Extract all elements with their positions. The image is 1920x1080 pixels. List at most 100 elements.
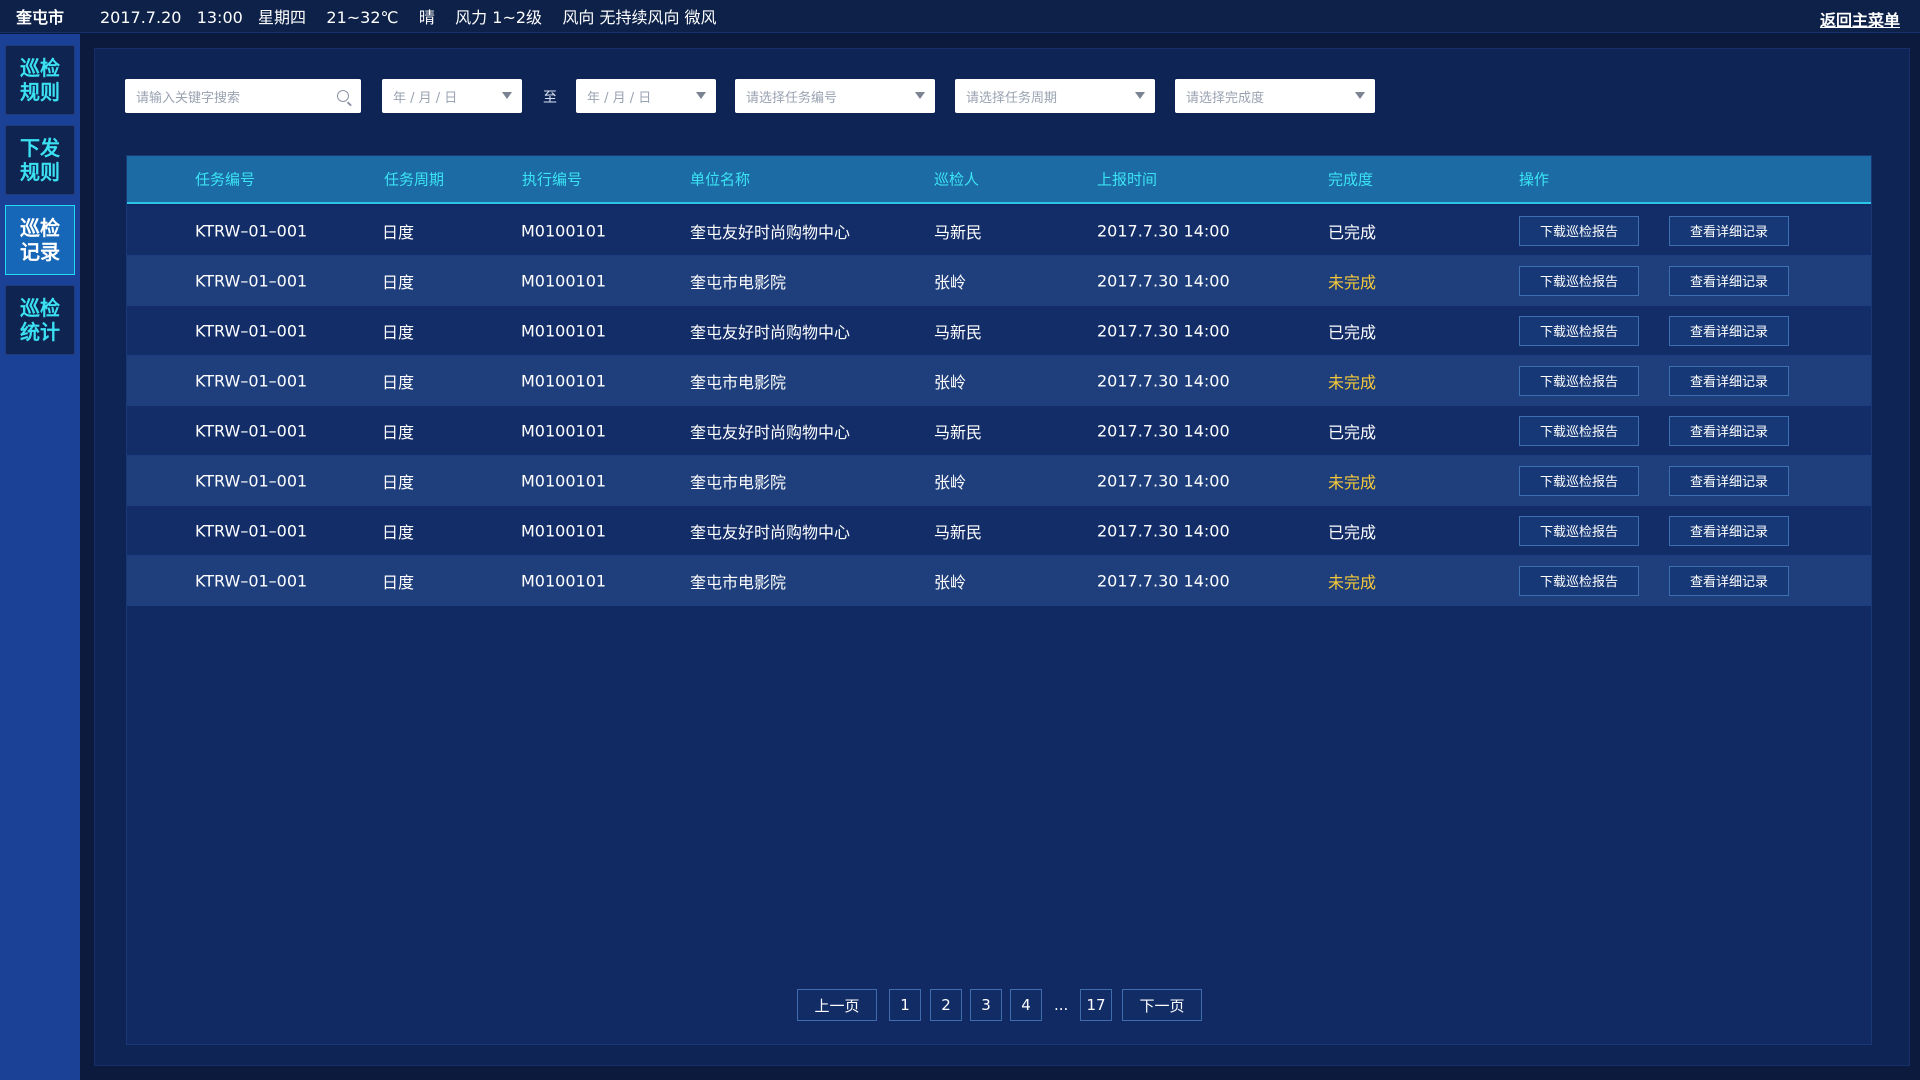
download-report-button[interactable]: 下载巡检报告 — [1519, 365, 1639, 396]
sidebar-item-label: 巡检统计 — [20, 296, 60, 344]
task-cycle-select[interactable]: 请选择任务周期 — [955, 79, 1155, 113]
cell-task-number: KTRW–01–001 — [195, 221, 308, 240]
sidebar-item-inspection-records[interactable]: 巡检记录 — [5, 205, 75, 275]
prev-page-button[interactable]: 上一页 — [797, 989, 877, 1021]
keyword-search-input[interactable]: 请输入关键字搜索 — [125, 79, 361, 113]
pagination-ellipsis: ... — [1054, 996, 1069, 1014]
cell-exec-number: M0100101 — [521, 421, 607, 440]
cell-exec-number: M0100101 — [521, 271, 607, 290]
chevron-down-icon — [1355, 92, 1365, 99]
cell-exec-number: M0100101 — [521, 471, 607, 490]
date-to-picker[interactable]: 年 / 月 / 日 — [576, 79, 716, 113]
cell-task-cycle: 日度 — [382, 222, 415, 242]
cell-unit-name: 奎屯市电影院 — [690, 472, 787, 492]
download-report-button[interactable]: 下载巡检报告 — [1519, 465, 1639, 496]
back-to-main-menu-link[interactable]: 返回主菜单 — [1820, 7, 1900, 31]
city-name: 奎屯市 — [16, 8, 65, 27]
page-4-button[interactable]: 4 — [1010, 989, 1042, 1021]
column-header: 巡检人 — [934, 170, 980, 189]
column-header: 单位名称 — [690, 170, 751, 189]
view-details-button[interactable]: 查看详细记录 — [1669, 515, 1789, 546]
date-from-picker[interactable]: 年 / 月 / 日 — [382, 79, 522, 113]
cell-task-cycle: 日度 — [382, 422, 415, 442]
next-page-button[interactable]: 下一页 — [1122, 989, 1202, 1021]
records-table: 任务编号 任务周期 执行编号 单位名称 巡检人 上报时间 完成度 操作 KTRW… — [126, 155, 1872, 1045]
cell-report-time: 2017.7.30 14:00 — [1097, 421, 1230, 440]
view-details-button[interactable]: 查看详细记录 — [1669, 465, 1789, 496]
cell-report-time: 2017.7.30 14:00 — [1097, 571, 1230, 590]
cell-task-number: KTRW–01–001 — [195, 371, 308, 390]
cell-completion: 已完成 — [1328, 322, 1377, 342]
table-row: KTRW–01–001 日度 M0100101 奎屯市电影院 张岭 2017.7.30 1… — [127, 356, 1871, 406]
completion-select[interactable]: 请选择完成度 — [1175, 79, 1375, 113]
cell-report-time: 2017.7.30 14:00 — [1097, 471, 1230, 490]
cell-task-cycle: 日度 — [382, 272, 415, 292]
cell-task-number: KTRW–01–001 — [195, 321, 308, 340]
sidebar-item-label: 巡检记录 — [20, 216, 60, 264]
table-row: KTRW–01–001 日度 M0100101 奎屯友好时尚购物中心 马新民 2017.7… — [127, 506, 1871, 556]
cell-completion: 已完成 — [1328, 522, 1377, 542]
task-number-select[interactable]: 请选择任务编号 — [735, 79, 935, 113]
page-last-button[interactable]: 17 — [1080, 989, 1112, 1021]
cell-inspector: 张岭 — [934, 272, 967, 292]
task-number-placeholder: 请选择任务编号 — [746, 90, 838, 106]
cell-unit-name: 奎屯友好时尚购物中心 — [690, 322, 851, 342]
table-row: KTRW–01–001 日度 M0100101 奎屯友好时尚购物中心 马新民 2017.7… — [127, 306, 1871, 356]
page-3-button[interactable]: 3 — [970, 989, 1002, 1021]
cell-exec-number: M0100101 — [521, 221, 607, 240]
cell-inspector: 马新民 — [934, 422, 983, 442]
sidebar-item-issue-rules[interactable]: 下发规则 — [5, 125, 75, 195]
date-range-separator: 至 — [543, 90, 557, 106]
column-header: 任务编号 — [195, 170, 256, 189]
cell-report-time: 2017.7.30 14:00 — [1097, 521, 1230, 540]
cell-unit-name: 奎屯市电影院 — [690, 572, 787, 592]
cell-inspector: 张岭 — [934, 372, 967, 392]
cell-completion: 未完成 — [1328, 572, 1377, 592]
cell-exec-number: M0100101 — [521, 371, 607, 390]
cell-task-cycle: 日度 — [382, 472, 415, 492]
view-details-button[interactable]: 查看详细记录 — [1669, 265, 1789, 296]
column-header: 操作 — [1519, 170, 1550, 189]
view-details-button[interactable]: 查看详细记录 — [1669, 215, 1789, 246]
search-placeholder: 请输入关键字搜索 — [136, 90, 241, 106]
cell-inspector: 马新民 — [934, 322, 983, 342]
cell-task-number: KTRW–01–001 — [195, 571, 308, 590]
cell-exec-number: M0100101 — [521, 321, 607, 340]
sidebar-item-label: 下发规则 — [20, 136, 60, 184]
cell-inspector: 马新民 — [934, 522, 983, 542]
cell-unit-name: 奎屯友好时尚购物中心 — [690, 222, 851, 242]
download-report-button[interactable]: 下载巡检报告 — [1519, 415, 1639, 446]
cell-report-time: 2017.7.30 14:00 — [1097, 371, 1230, 390]
table-row: KTRW–01–001 日度 M0100101 奎屯友好时尚购物中心 马新民 2017.7… — [127, 206, 1871, 256]
download-report-button[interactable]: 下载巡检报告 — [1519, 565, 1639, 596]
cell-task-number: KTRW–01–001 — [195, 421, 308, 440]
cell-inspector: 张岭 — [934, 572, 967, 592]
download-report-button[interactable]: 下载巡检报告 — [1519, 515, 1639, 546]
page-2-button[interactable]: 2 — [930, 989, 962, 1021]
column-header: 上报时间 — [1097, 170, 1158, 189]
download-report-button[interactable]: 下载巡检报告 — [1519, 215, 1639, 246]
cell-completion: 未完成 — [1328, 272, 1377, 292]
cell-task-cycle: 日度 — [382, 322, 415, 342]
sidebar-item-inspection-rules[interactable]: 巡检规则 — [5, 45, 75, 115]
cell-unit-name: 奎屯友好时尚购物中心 — [690, 522, 851, 542]
view-details-button[interactable]: 查看详细记录 — [1669, 315, 1789, 346]
cell-task-cycle: 日度 — [382, 522, 415, 542]
cell-task-number: KTRW–01–001 — [195, 521, 308, 540]
column-header: 执行编号 — [522, 170, 583, 189]
download-report-button[interactable]: 下载巡检报告 — [1519, 265, 1639, 296]
cell-completion: 未完成 — [1328, 372, 1377, 392]
cell-inspector: 马新民 — [934, 222, 983, 242]
view-details-button[interactable]: 查看详细记录 — [1669, 365, 1789, 396]
view-details-button[interactable]: 查看详细记录 — [1669, 565, 1789, 596]
date-weather-info: 2017.7.20 13:00 星期四 21~32℃ 晴 风力 1~2级 风向 … — [100, 8, 717, 27]
view-details-button[interactable]: 查看详细记录 — [1669, 415, 1789, 446]
page-1-button[interactable]: 1 — [889, 989, 921, 1021]
sidebar-item-inspection-stats[interactable]: 巡检统计 — [5, 285, 75, 355]
main-panel: 请输入关键字搜索 年 / 月 / 日 至 年 / 月 / 日 请选择任务编号 请… — [94, 48, 1910, 1066]
sidebar-item-label: 巡检规则 — [20, 56, 60, 104]
cell-completion: 未完成 — [1328, 472, 1377, 492]
download-report-button[interactable]: 下载巡检报告 — [1519, 315, 1639, 346]
cell-completion: 已完成 — [1328, 422, 1377, 442]
search-icon[interactable] — [337, 90, 349, 102]
